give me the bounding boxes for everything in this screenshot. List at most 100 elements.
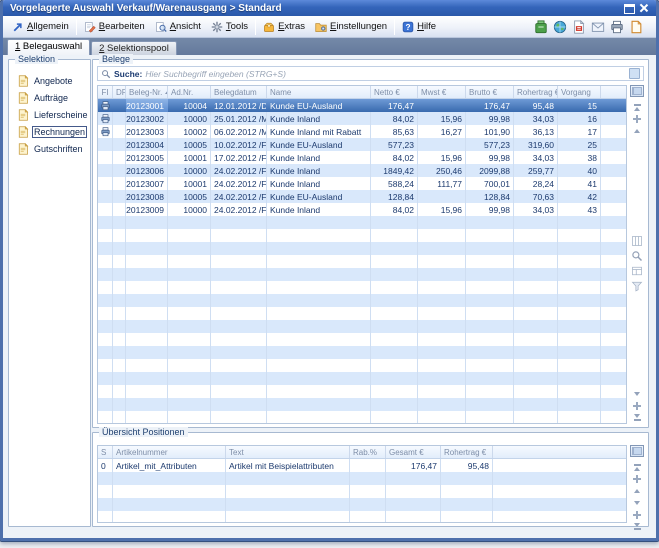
- cell-rohertrag[interactable]: 319,60: [514, 138, 558, 151]
- cell-brutto[interactable]: 99,98: [466, 203, 514, 216]
- cell-vorgang[interactable]: 15: [558, 99, 601, 112]
- cell-beleg-nr[interactable]: 20123003: [126, 125, 168, 138]
- restore-window-button[interactable]: [624, 4, 635, 14]
- nav-next-button[interactable]: [634, 497, 640, 509]
- cell-vorgang[interactable]: 16: [558, 112, 601, 125]
- table-row[interactable]: 20123004 10005 10.02.2012 /Fr Kunde EU-A…: [98, 138, 626, 151]
- nav-first-button[interactable]: [634, 461, 641, 473]
- column-header-rohertrag[interactable]: Rohertrag €: [441, 446, 493, 458]
- cell-vorgang[interactable]: 42: [558, 190, 601, 203]
- sidebar-item-rechnungen[interactable]: Rechnungen: [9, 123, 90, 140]
- table-row[interactable]: 20123002 10000 25.01.2012 /Mi Kunde Inla…: [98, 112, 626, 125]
- menu-item-tools[interactable]: Tools: [206, 19, 253, 35]
- cell-netto[interactable]: 84,02: [371, 151, 418, 164]
- column-header-belegdatum[interactable]: Belegdatum: [211, 86, 267, 98]
- cell-netto[interactable]: 85,63: [371, 125, 418, 138]
- cell-text[interactable]: Artikel mit Beispielattributen: [226, 459, 350, 472]
- cell-vorgang[interactable]: 40: [558, 164, 601, 177]
- cell-brutto[interactable]: 99,98: [466, 151, 514, 164]
- cell-netto[interactable]: 84,02: [371, 112, 418, 125]
- cell-beleg-nr[interactable]: 20123008: [126, 190, 168, 203]
- cell-rohertrag[interactable]: 36,13: [514, 125, 558, 138]
- cell-rohertrag[interactable]: 28,24: [514, 177, 558, 190]
- cell-brutto[interactable]: 99,98: [466, 112, 514, 125]
- column-chooser-icon[interactable]: [630, 85, 644, 97]
- cell-rohertrag[interactable]: 34,03: [514, 151, 558, 164]
- table-row[interactable]: 20123001 10004 12.01.2012 /Do Kunde EU-A…: [98, 99, 626, 112]
- column-header-s[interactable]: S: [98, 446, 113, 458]
- cell-belegdatum[interactable]: 06.02.2012 /Mo: [211, 125, 267, 138]
- cell-netto[interactable]: 1849,42: [371, 164, 418, 177]
- cell-mwst[interactable]: [418, 190, 466, 203]
- cell-rohertrag[interactable]: 34,03: [514, 112, 558, 125]
- table-row[interactable]: 20123009 10000 24.02.2012 /Fr Kunde Inla…: [98, 203, 626, 216]
- cell-mwst[interactable]: [418, 138, 466, 151]
- cell-beleg-nr[interactable]: 20123005: [126, 151, 168, 164]
- nav-plus-up-button[interactable]: [633, 473, 641, 485]
- column-header-fi[interactable]: FI: [98, 86, 113, 98]
- table-row[interactable]: 0 Artikel_mit_Attributen Artikel mit Bei…: [98, 459, 626, 472]
- column-header-vorgang[interactable]: Vorgang: [558, 86, 601, 98]
- column-header-artikelnummer[interactable]: Artikelnummer: [113, 446, 226, 458]
- column-header-rohertrag[interactable]: Rohertrag €: [514, 86, 558, 98]
- column-header-brutto[interactable]: Brutto €: [466, 86, 514, 98]
- nav-plus-up-button[interactable]: [633, 113, 641, 125]
- cell-belegdatum[interactable]: 24.02.2012 /Fr: [211, 203, 267, 216]
- cell-ad-nr[interactable]: 10005: [168, 138, 211, 151]
- column-header-gesamt[interactable]: Gesamt €: [386, 446, 441, 458]
- cell-gesamt[interactable]: 176,47: [386, 459, 441, 472]
- table-row[interactable]: 20123003 10002 06.02.2012 /Mo Kunde Inla…: [98, 125, 626, 138]
- cell-netto[interactable]: 577,23: [371, 138, 418, 151]
- search-options-button[interactable]: [629, 68, 640, 79]
- table-row[interactable]: 20123005 10001 17.02.2012 /Fr Kunde Inla…: [98, 151, 626, 164]
- cell-name[interactable]: Kunde EU-Ausland: [267, 138, 371, 151]
- cell-mwst[interactable]: 15,96: [418, 151, 466, 164]
- cell-name[interactable]: Kunde Inland: [267, 164, 371, 177]
- cell-name[interactable]: Kunde Inland: [267, 203, 371, 216]
- cell-mwst[interactable]: 250,46: [418, 164, 466, 177]
- cell-ad-nr[interactable]: 10005: [168, 190, 211, 203]
- cell-netto[interactable]: 176,47: [371, 99, 418, 112]
- column-header-name[interactable]: Name: [267, 86, 371, 98]
- nav-prev-button[interactable]: [634, 485, 640, 497]
- cell-artikelnummer[interactable]: Artikel_mit_Attributen: [113, 459, 226, 472]
- cell-netto[interactable]: 84,02: [371, 203, 418, 216]
- menu-item-ansicht[interactable]: Ansicht: [150, 19, 206, 35]
- nav-plus-down-button[interactable]: [633, 509, 641, 521]
- cell-mwst[interactable]: 16,27: [418, 125, 466, 138]
- cell-vorgang[interactable]: 43: [558, 203, 601, 216]
- cell-beleg-nr[interactable]: 20123002: [126, 112, 168, 125]
- nav-first-button[interactable]: [634, 101, 641, 113]
- tab-selektionspool[interactable]: 2 Selektionspool: [91, 41, 177, 55]
- cell-ad-nr[interactable]: 10004: [168, 99, 211, 112]
- cell-rohertrag[interactable]: 95,48: [514, 99, 558, 112]
- sidebar-item-angebote[interactable]: Angebote: [9, 72, 90, 89]
- pdf-export-icon[interactable]: [571, 19, 587, 34]
- cell-rab[interactable]: [350, 459, 386, 472]
- cell-rohertrag[interactable]: 259,77: [514, 164, 558, 177]
- cell-brutto[interactable]: 128,84: [466, 190, 514, 203]
- menu-item-hilfe[interactable]: Hilfe: [397, 19, 441, 35]
- cell-mwst[interactable]: 15,96: [418, 112, 466, 125]
- menu-item-extras[interactable]: Extras: [258, 19, 310, 35]
- cell-brutto[interactable]: 101,90: [466, 125, 514, 138]
- cell-vorgang[interactable]: 17: [558, 125, 601, 138]
- cell-belegdatum[interactable]: 24.02.2012 /Fr: [211, 164, 267, 177]
- sidebar-item-gutschriften[interactable]: Gutschriften: [9, 140, 90, 157]
- cell-name[interactable]: Kunde EU-Ausland: [267, 99, 371, 112]
- cell-ad-nr[interactable]: 10000: [168, 164, 211, 177]
- filter-icon[interactable]: [631, 279, 643, 291]
- cell-name[interactable]: Kunde Inland mit Rabatt: [267, 125, 371, 138]
- cell-s[interactable]: 0: [98, 459, 113, 472]
- magnifier-icon[interactable]: [631, 249, 643, 261]
- cell-belegdatum[interactable]: 17.02.2012 /Fr: [211, 151, 267, 164]
- cell-brutto[interactable]: 2099,88: [466, 164, 514, 177]
- email-icon[interactable]: [590, 19, 606, 34]
- cell-beleg-nr[interactable]: 20123007: [126, 177, 168, 190]
- cell-vorgang[interactable]: 25: [558, 138, 601, 151]
- cell-ad-nr[interactable]: 10000: [168, 203, 211, 216]
- cell-netto[interactable]: 128,84: [371, 190, 418, 203]
- cell-ad-nr[interactable]: 10002: [168, 125, 211, 138]
- cell-netto[interactable]: 588,24: [371, 177, 418, 190]
- cell-name[interactable]: Kunde EU-Ausland: [267, 190, 371, 203]
